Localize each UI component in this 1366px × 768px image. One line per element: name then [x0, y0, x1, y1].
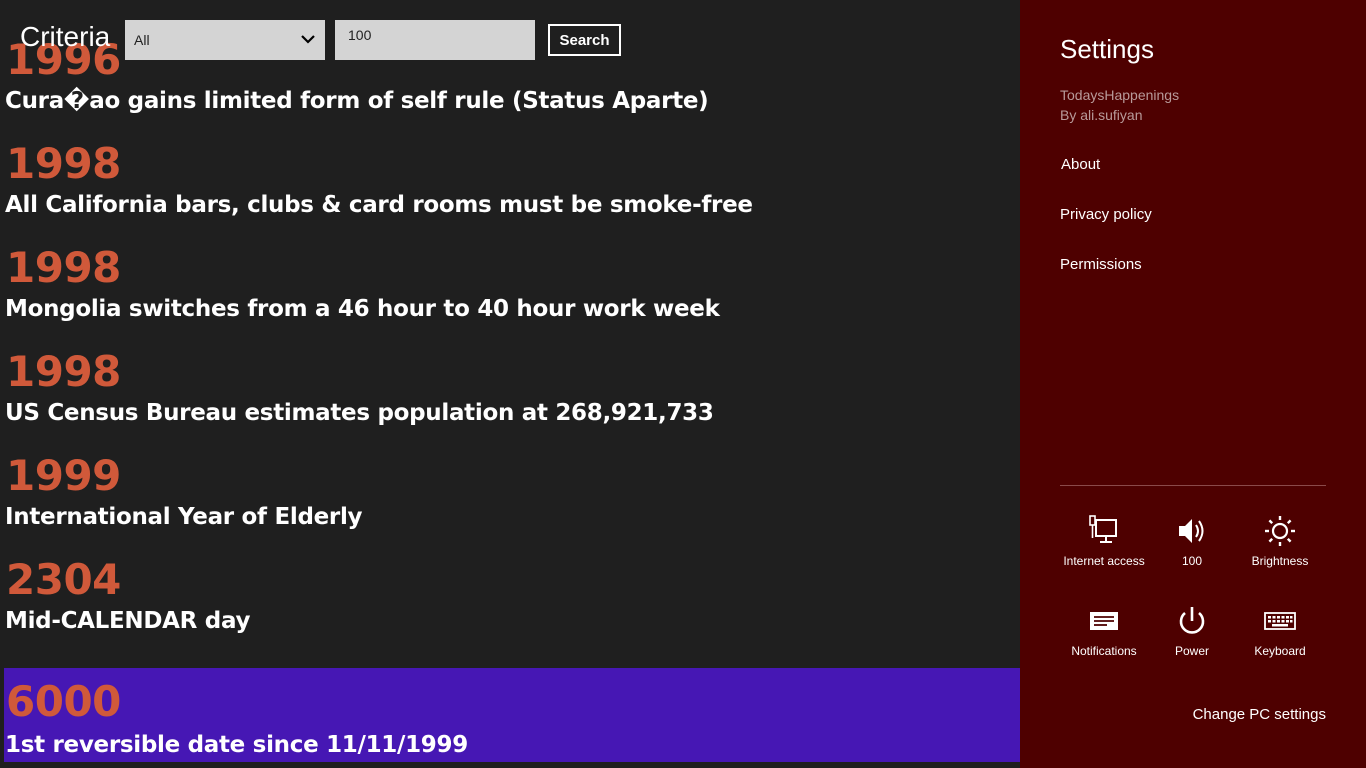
about-link[interactable]: About: [1061, 156, 1100, 173]
item-year: 1998: [6, 243, 121, 292]
app-name: TodaysHappenings: [1060, 87, 1180, 103]
happenings-list[interactable]: 1996 Cura�ao gains limited form of self …: [0, 0, 1020, 768]
item-year: 1998: [6, 347, 121, 396]
list-item[interactable]: 1999 International Year of Elderly: [4, 444, 1020, 548]
list-item[interactable]: 1998 US Census Bureau estimates populati…: [4, 340, 1020, 444]
settings-divider: [1060, 485, 1326, 486]
item-year: 1999: [6, 451, 121, 500]
keyboard-icon: [1264, 612, 1296, 630]
criteria-dropdown[interactable]: All: [125, 20, 325, 60]
volume-icon: [1179, 519, 1204, 543]
item-year: 2304: [6, 555, 121, 604]
chevron-down-icon: [301, 35, 315, 44]
notifications-tile[interactable]: Notifications: [1060, 604, 1148, 684]
item-event: 1st reversible date since 11/11/1999: [5, 732, 468, 758]
volume-tile[interactable]: 100: [1148, 514, 1236, 594]
item-year: 6000: [6, 677, 121, 726]
item-event: Mongolia switches from a 46 hour to 40 h…: [5, 296, 720, 322]
power-icon: [1179, 607, 1205, 634]
search-toolbar: Criteria All 100 Search: [0, 0, 1020, 68]
list-item-selected[interactable]: 6000 1st reversible date since 11/11/199…: [4, 668, 1020, 762]
volume-label: 100: [1181, 554, 1203, 568]
keyboard-label: Keyboard: [1254, 644, 1306, 658]
power-label: Power: [1174, 644, 1209, 658]
keyboard-tile[interactable]: Keyboard: [1236, 604, 1324, 684]
criteria-selected-value: All: [134, 32, 150, 48]
criteria-label: Criteria: [20, 21, 111, 52]
notifications-label: Notifications: [1071, 644, 1137, 658]
settings-title: Settings: [1060, 34, 1154, 64]
notifications-icon: [1090, 612, 1118, 630]
item-event: Cura�ao gains limited form of self rule …: [5, 88, 709, 114]
internet-access-tile[interactable]: Internet access: [1060, 514, 1148, 594]
app-author: By ali.sufiyan: [1060, 107, 1143, 123]
list-item[interactable]: 1998 Mongolia switches from a 46 hour to…: [4, 236, 1020, 340]
brightness-label: Brightness: [1251, 554, 1309, 568]
power-tile[interactable]: Power: [1148, 604, 1236, 684]
search-button[interactable]: Search: [548, 24, 621, 56]
item-event: US Census Bureau estimates population at…: [5, 400, 714, 426]
item-year: 1998: [6, 139, 121, 188]
item-event: International Year of Elderly: [5, 504, 363, 530]
item-event: All California bars, clubs & card rooms …: [5, 192, 753, 218]
network-icon: [1089, 515, 1117, 543]
permissions-link[interactable]: Permissions: [1060, 256, 1142, 273]
list-item[interactable]: 2304 Mid-CALENDAR day: [4, 548, 1020, 652]
list-item[interactable]: 1998 All California bars, clubs & card r…: [4, 132, 1020, 236]
settings-pane: Settings TodaysHappenings By ali.sufiyan…: [1020, 0, 1366, 768]
item-event: Mid-CALENDAR day: [5, 608, 251, 634]
brightness-tile[interactable]: Brightness: [1236, 514, 1324, 594]
brightness-icon: [1265, 516, 1295, 546]
internet-access-label: Internet access: [1063, 554, 1145, 568]
privacy-policy-link[interactable]: Privacy policy: [1060, 206, 1152, 223]
app-window: 1996 Cura�ao gains limited form of self …: [0, 0, 1020, 768]
search-input-value: 100: [348, 27, 372, 43]
change-pc-settings-link[interactable]: Change PC settings: [1193, 706, 1326, 723]
